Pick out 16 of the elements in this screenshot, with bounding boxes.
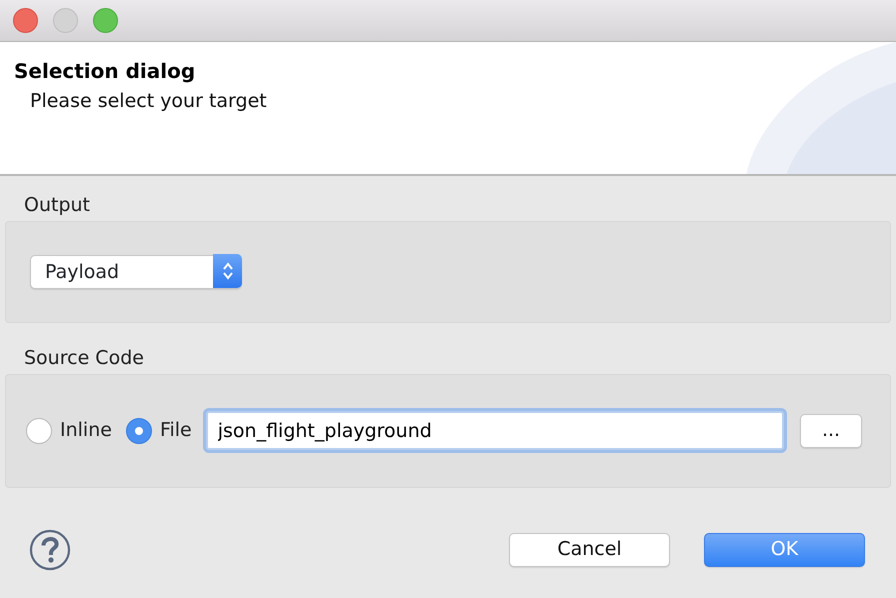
close-button[interactable]: [13, 8, 38, 33]
section-label: Source Code: [24, 346, 145, 370]
radio-label[interactable]: File: [160, 416, 192, 445]
section-label: Output: [24, 194, 91, 217]
output-dropdown[interactable]: Payload: [30, 254, 242, 289]
dialog-title: Selection dialog: [14, 59, 196, 83]
radio-label[interactable]: Inline: [60, 416, 112, 445]
zoom-button[interactable]: [93, 8, 118, 33]
file-field[interactable]: json_flight_playground: [206, 411, 784, 450]
help-icon[interactable]: [29, 528, 71, 571]
cancel-button[interactable]: Cancel: [509, 532, 670, 567]
dialog-message: Please select your target: [30, 89, 268, 114]
stepper-arrows-icon: [222, 261, 234, 282]
radio-button[interactable]: [26, 418, 52, 444]
radio-button[interactable]: [126, 418, 152, 444]
browse-button[interactable]: ...: [800, 414, 862, 448]
